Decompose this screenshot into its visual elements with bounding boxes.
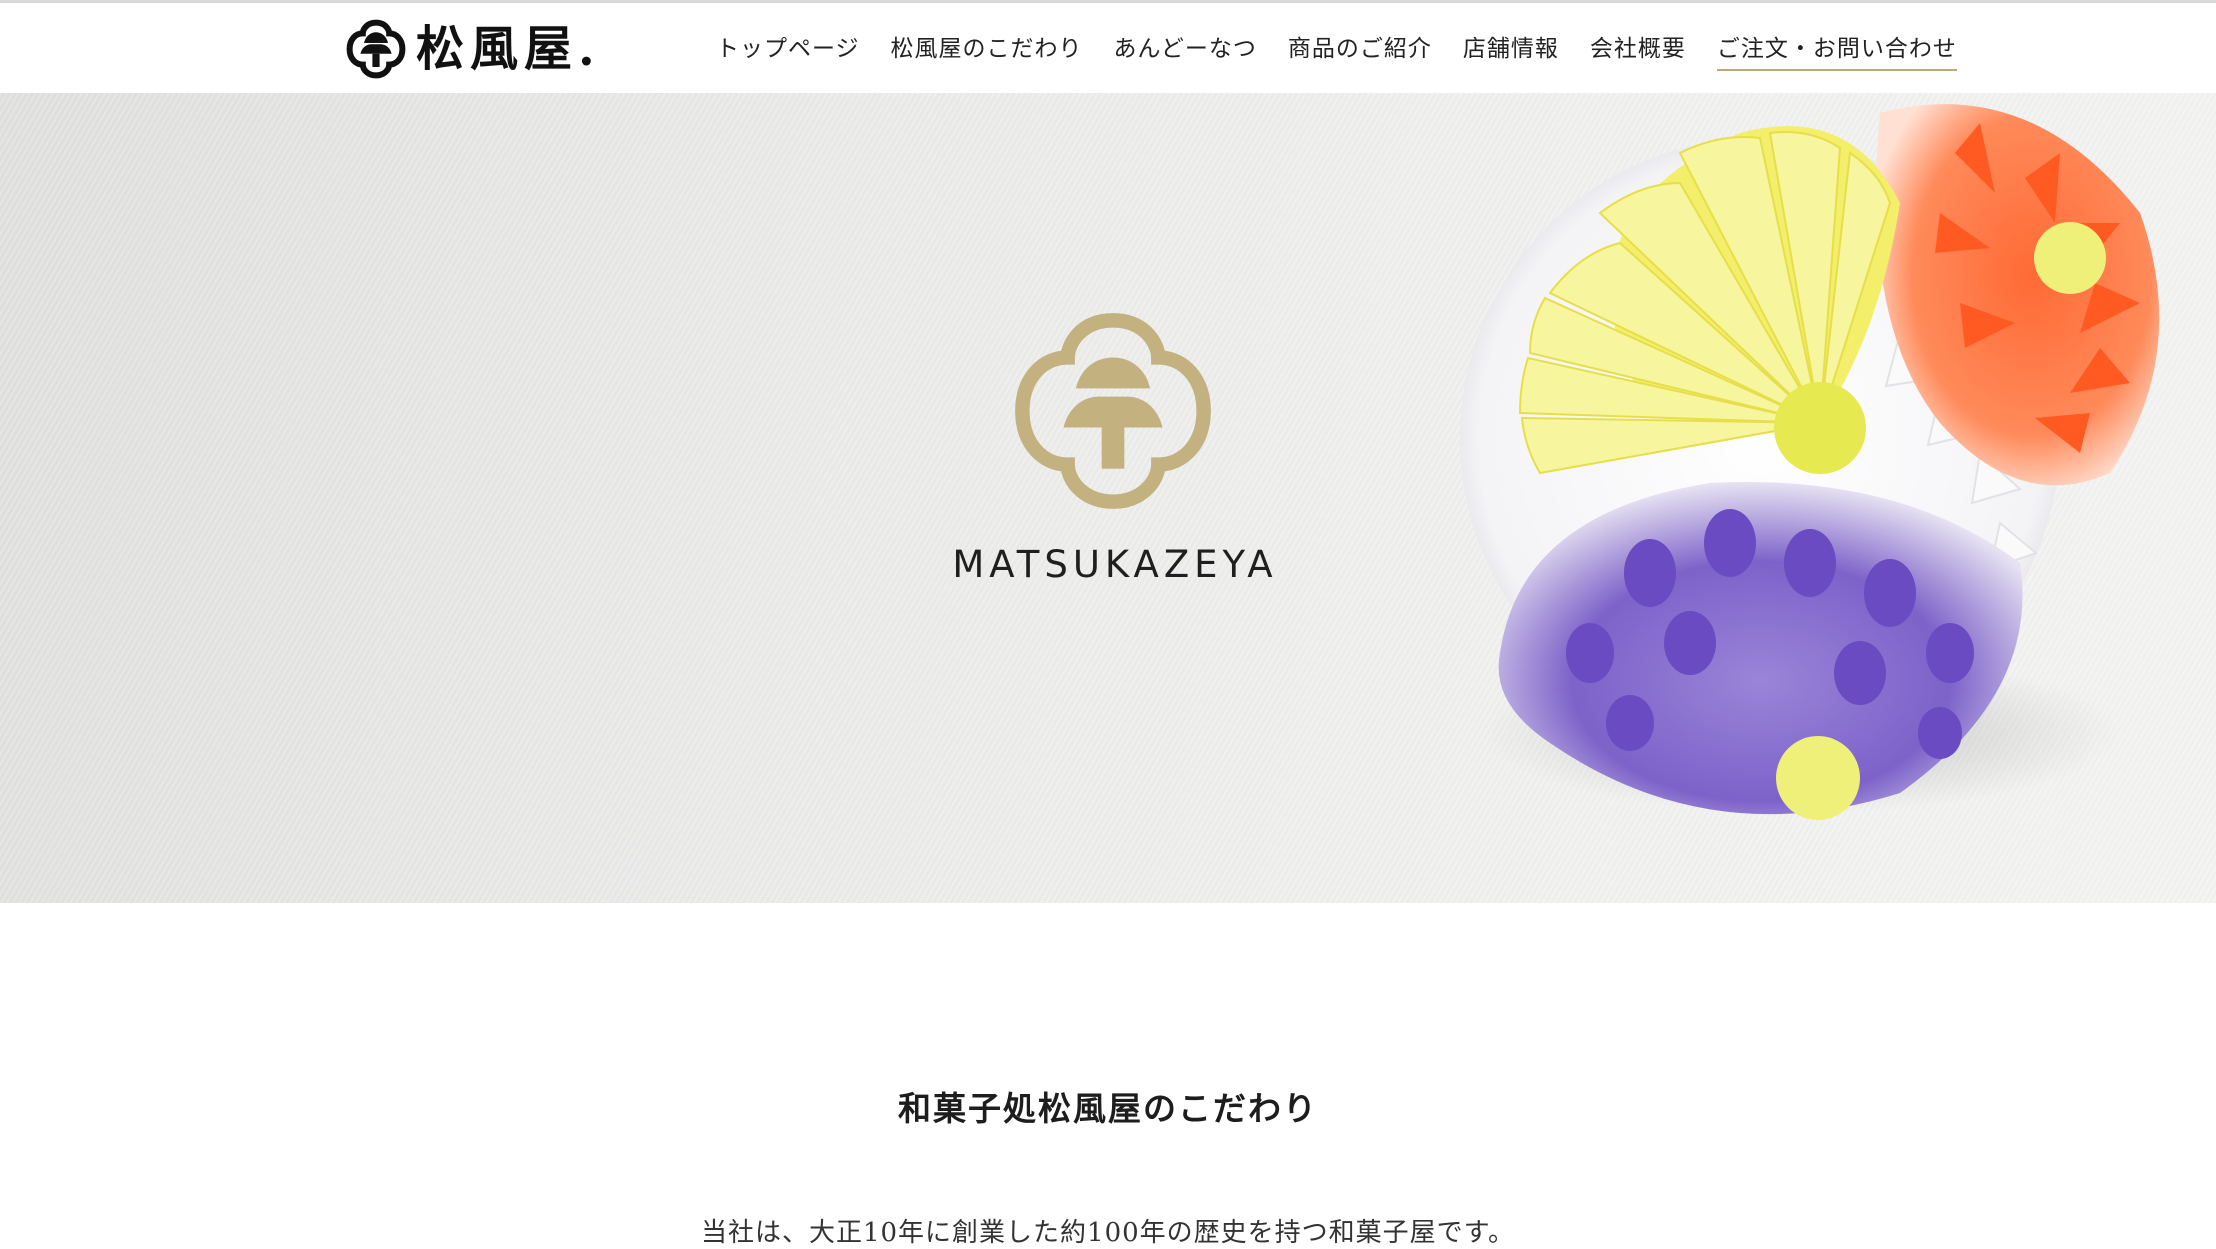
nav-commitment[interactable]: 松風屋のこだわり xyxy=(891,29,1083,71)
hero-banner: MATSUKAZEYA xyxy=(0,93,2216,903)
chrysanthemum-wagashi-image xyxy=(1460,104,2160,820)
nav-top[interactable]: トップページ xyxy=(716,29,860,71)
nav-store-info[interactable]: 店舗情報 xyxy=(1463,29,1559,71)
matsukazeya-logo-icon xyxy=(346,19,406,79)
nav-company[interactable]: 会社概要 xyxy=(1590,29,1686,71)
nav-products[interactable]: 商品のご紹介 xyxy=(1288,29,1432,71)
site-header: 松風屋. トップページ 松風屋のこだわり あんどーなつ 商品のご紹介 店舗情報 … xyxy=(0,3,2216,93)
section-title: 和菓子処松風屋のこだわり xyxy=(898,1089,1318,1128)
nav-contact[interactable]: ご注文・お問い合わせ xyxy=(1716,29,1957,71)
logo-wordmark: 松風屋. xyxy=(416,21,601,77)
site-logo[interactable]: 松風屋. xyxy=(346,19,601,79)
nav-an-donut[interactable]: あんどーなつ xyxy=(1114,29,1257,71)
intro-paragraph: 当社は、大正10年に創業した約100年の歴史を持つ和菓子屋です。 xyxy=(700,1218,1516,1248)
main-nav: トップページ 松風屋のこだわり あんどーなつ 商品のご紹介 店舗情報 会社概要 … xyxy=(716,29,1957,71)
hero-brand-name: MATSUKAZEYA xyxy=(952,543,1278,586)
matsukazeya-emblem-icon xyxy=(1015,313,1211,509)
